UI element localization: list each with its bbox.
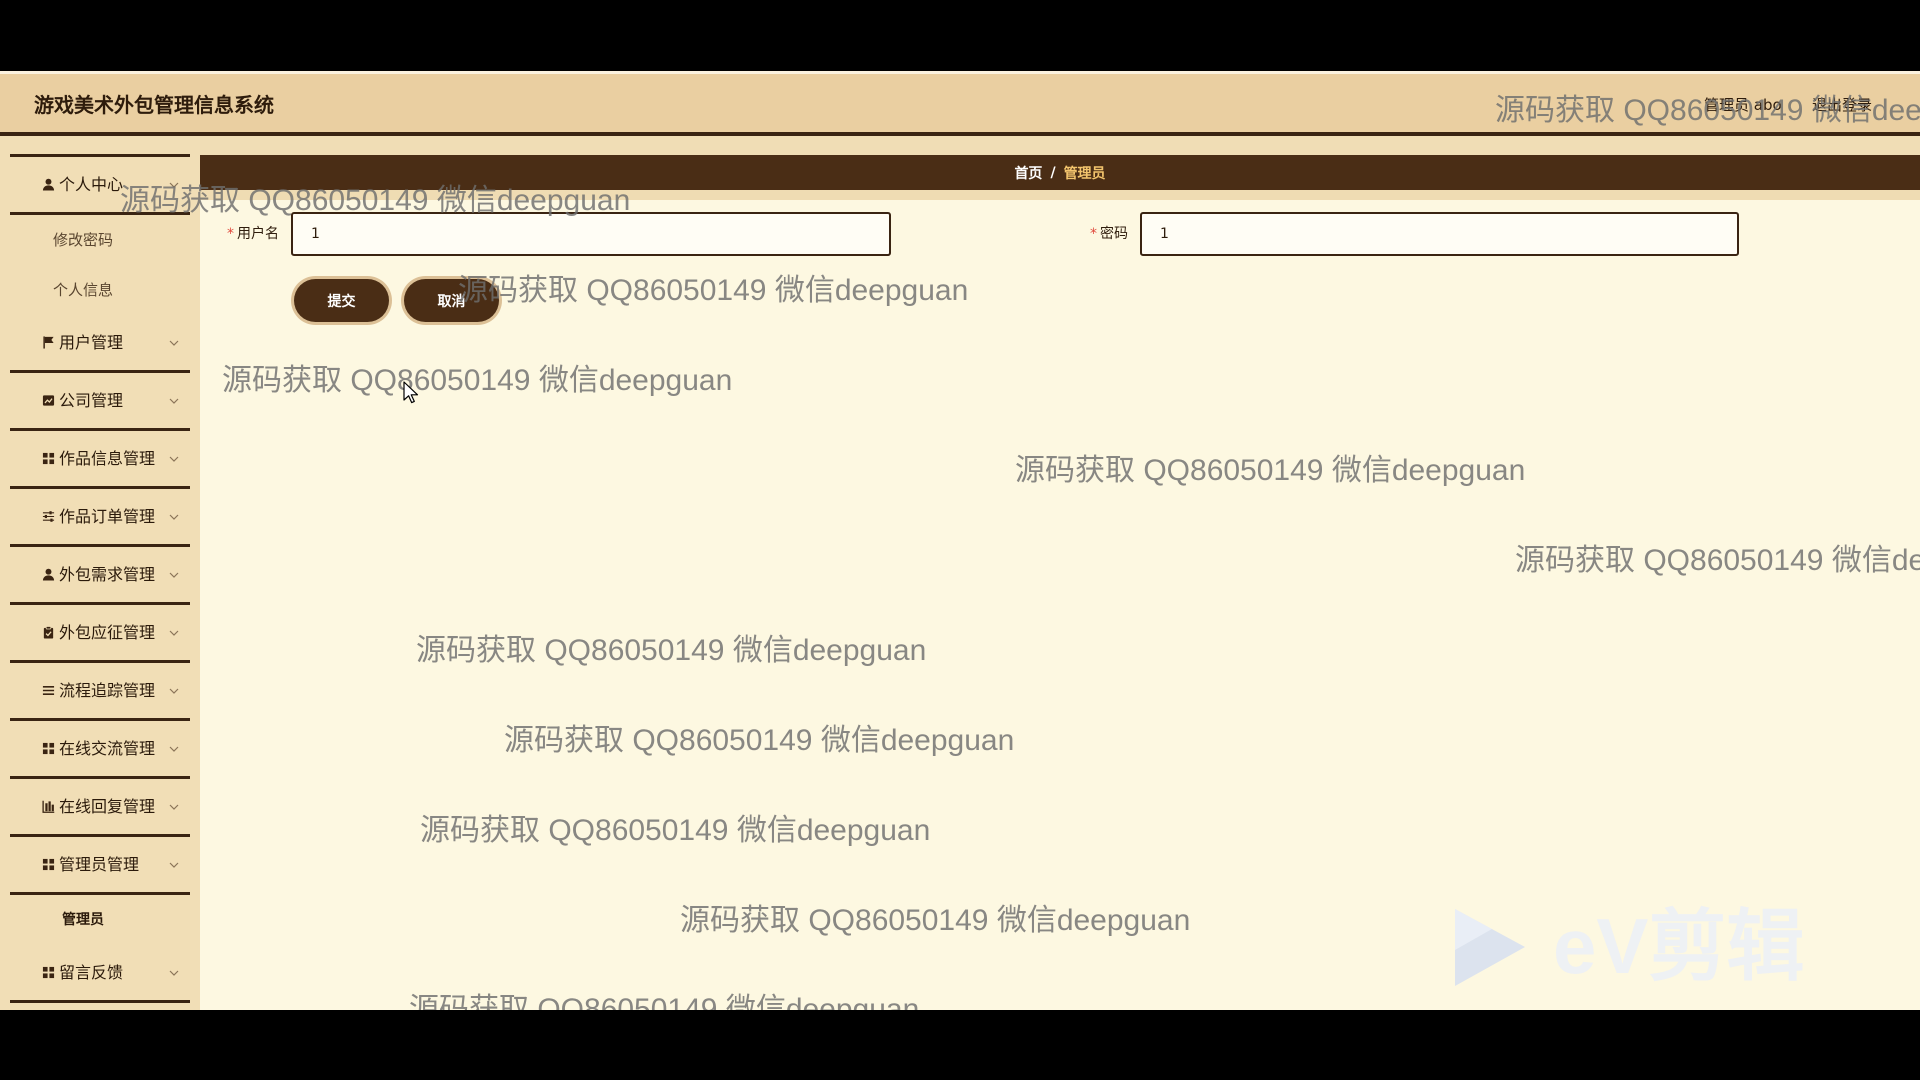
menu-group-process-tracking-management: 流程追踪管理	[10, 663, 190, 721]
app-header: 游戏美术外包管理信息系统 管理员 abo 退出登录	[0, 71, 1920, 136]
sliders-icon	[42, 510, 55, 523]
password-input[interactable]	[1140, 212, 1739, 256]
sidebar-subitem-change-password[interactable]: 修改密码	[10, 215, 156, 265]
password-label-text: 密码	[1100, 226, 1128, 242]
sidebar-item-process-tracking-management[interactable]: 流程追踪管理	[10, 663, 190, 721]
bar-chart-icon	[42, 800, 55, 813]
sidebar-item-label: 管理员管理	[59, 855, 140, 874]
menu-group-user-management: 用户管理	[10, 315, 190, 373]
menu-group-online-reply-management: 在线回复管理	[10, 779, 190, 837]
list-icon	[42, 684, 55, 697]
menu-group-online-chat-management: 在线交流管理	[10, 721, 190, 779]
menu-group-company-management: 公司管理	[10, 373, 190, 431]
sidebar-subitem-admin[interactable]: 管理员	[10, 895, 156, 945]
sidebar-item-artwork-order-management[interactable]: 作品订单管理	[10, 489, 190, 547]
sidebar-item-label: 公司管理	[59, 391, 124, 410]
breadcrumb: 首页 / 管理员	[200, 155, 1920, 190]
chevron-down-icon	[169, 456, 179, 462]
main-top-strip	[200, 136, 1920, 155]
sidebar-item-company-management[interactable]: 公司管理	[10, 373, 190, 431]
sidebar: 个人中心 修改密码 个人信息 用户管理 公司管理 作品信息管理 作品订单管理 外…	[0, 136, 200, 1010]
sidebar-item-label: 用户管理	[59, 333, 124, 352]
grid-icon	[42, 858, 55, 871]
sidebar-item-user-management[interactable]: 用户管理	[10, 315, 190, 373]
breadcrumb-home-link[interactable]: 首页	[1014, 163, 1042, 183]
chevron-down-icon	[169, 862, 179, 868]
breadcrumb-current: 管理员	[1063, 165, 1106, 182]
menu-group-feedback: 留言反馈	[10, 945, 190, 1003]
sidebar-subitem-personal-info[interactable]: 个人信息	[10, 265, 156, 315]
chevron-down-icon	[169, 970, 179, 976]
required-mark: *	[227, 226, 234, 242]
username-input[interactable]	[291, 212, 891, 256]
sidebar-item-label: 在线回复管理	[59, 797, 156, 816]
cancel-button[interactable]: 取消	[404, 279, 499, 322]
sidebar-item-label: 在线交流管理	[59, 739, 156, 758]
sidebar-item-online-reply-management[interactable]: 在线回复管理	[10, 779, 190, 837]
sidebar-item-feedback[interactable]: 留言反馈	[10, 945, 190, 1003]
sidebar-item-online-chat-management[interactable]: 在线交流管理	[10, 721, 190, 779]
sidebar-item-artwork-info-management[interactable]: 作品信息管理	[10, 431, 190, 489]
video-letterbox-top	[0, 0, 1920, 71]
sidebar-item-outsourcing-demand-management[interactable]: 外包需求管理	[10, 547, 190, 605]
sidebar-menu: 个人中心 修改密码 个人信息 用户管理 公司管理 作品信息管理 作品订单管理 外…	[10, 154, 190, 1003]
sidebar-item-label: 流程追踪管理	[59, 681, 156, 700]
chevron-down-icon	[169, 398, 179, 404]
sidebar-item-label: 外包需求管理	[59, 565, 156, 584]
clipboard-check-icon	[42, 626, 55, 639]
grid-icon	[42, 742, 55, 755]
menu-group-admin-management: 管理员管理 管理员	[10, 837, 190, 945]
password-label: * 密码	[1068, 225, 1128, 243]
chevron-down-icon	[169, 182, 179, 188]
app-title: 游戏美术外包管理信息系统	[34, 93, 274, 117]
chevron-down-icon	[169, 630, 179, 636]
menu-group-artwork-info-management: 作品信息管理	[10, 431, 190, 489]
menu-group-artwork-order-management: 作品订单管理	[10, 489, 190, 547]
screen: 游戏美术外包管理信息系统 管理员 abo 退出登录 个人中心 修改密码 个人信息…	[0, 0, 1920, 1080]
sidebar-item-label: 外包应征管理	[59, 623, 156, 642]
submit-button[interactable]: 提交	[294, 279, 389, 322]
sidebar-item-label: 留言反馈	[59, 963, 124, 982]
mouse-cursor-icon	[403, 381, 419, 404]
current-user-label: 管理员 abo	[1704, 96, 1782, 114]
main-sub-strip	[200, 190, 1920, 200]
video-letterbox-bottom	[0, 1010, 1920, 1080]
required-mark: *	[1090, 226, 1097, 242]
chevron-down-icon	[169, 340, 179, 346]
sidebar-item-label: 作品订单管理	[59, 507, 156, 526]
sidebar-item-admin-management[interactable]: 管理员管理	[10, 837, 190, 895]
flag-icon	[42, 336, 55, 349]
chevron-down-icon	[169, 514, 179, 520]
chevron-down-icon	[169, 746, 179, 752]
username-label-text: 用户名	[237, 226, 279, 242]
chart-icon	[42, 394, 55, 407]
sidebar-item-personal-center[interactable]: 个人中心	[10, 157, 190, 215]
sidebar-item-outsourcing-application-management[interactable]: 外包应征管理	[10, 605, 190, 663]
sidebar-item-label: 个人中心	[59, 175, 124, 194]
menu-group-outsourcing-application-management: 外包应征管理	[10, 605, 190, 663]
chevron-down-icon	[169, 688, 179, 694]
grid-icon	[42, 966, 55, 979]
sidebar-item-label: 作品信息管理	[59, 449, 156, 468]
user-icon	[42, 568, 55, 581]
user-icon	[42, 178, 55, 191]
chevron-down-icon	[169, 804, 179, 810]
logout-link[interactable]: 退出登录	[1812, 96, 1872, 114]
username-label: * 用户名	[219, 225, 279, 243]
chevron-down-icon	[169, 572, 179, 578]
grid-icon	[42, 452, 55, 465]
breadcrumb-separator: /	[1050, 164, 1056, 181]
main-content: 首页 / 管理员 *用户名 *密码 提交 取消	[200, 136, 1920, 1010]
menu-group-personal-center: 个人中心 修改密码 个人信息	[10, 157, 190, 315]
menu-group-outsourcing-demand-management: 外包需求管理	[10, 547, 190, 605]
